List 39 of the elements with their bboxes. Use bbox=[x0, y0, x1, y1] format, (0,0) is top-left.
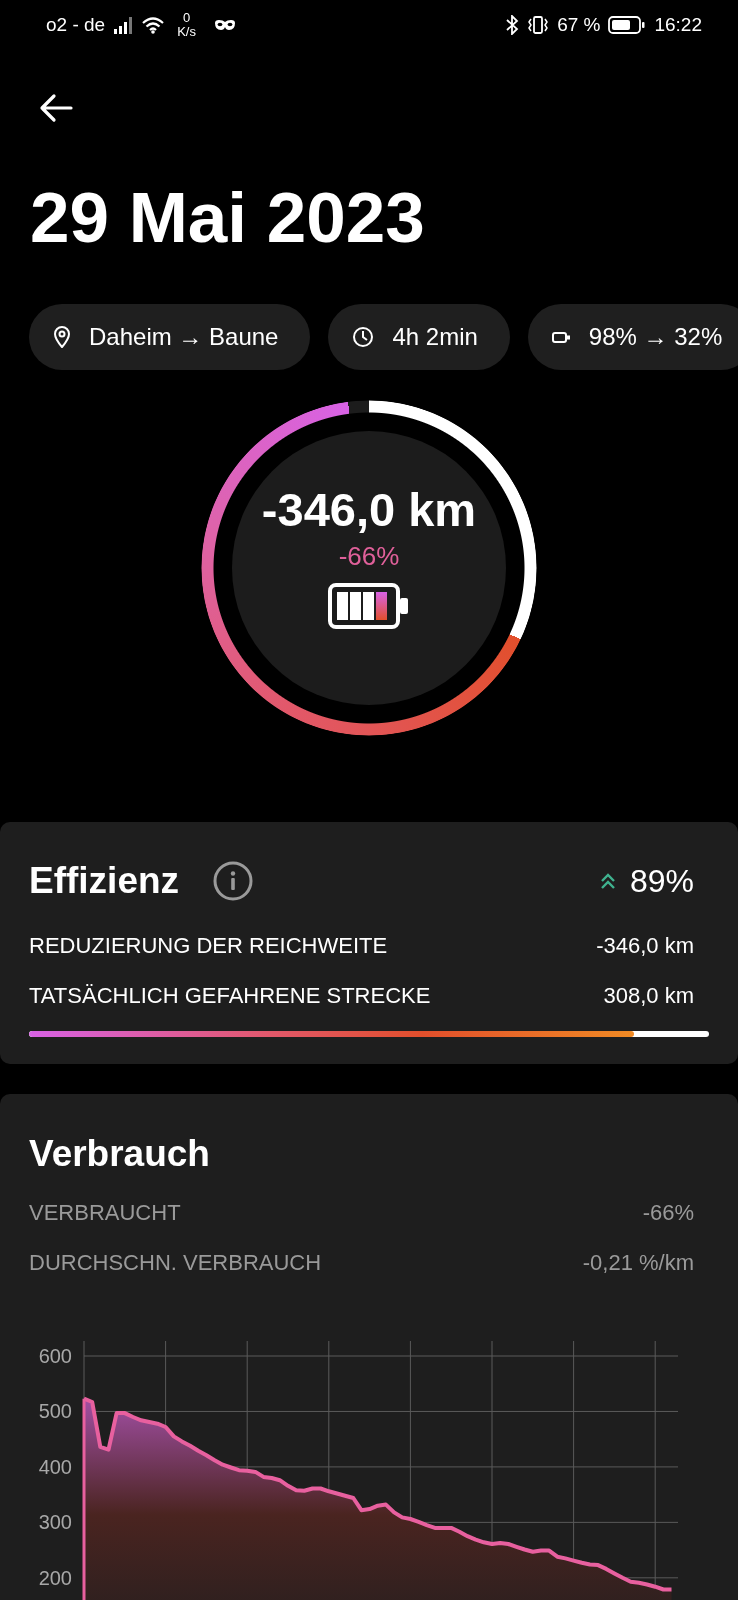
axis-label: 400 bbox=[38, 1455, 72, 1478]
section-title: Verbrauch bbox=[29, 1132, 211, 1176]
chip-label: 98% → 32% bbox=[588, 323, 723, 351]
double-chevron-up-icon bbox=[599, 872, 616, 890]
stat-label: VERBRAUCHT bbox=[29, 1200, 181, 1226]
battery-percentage: 67 % bbox=[557, 14, 601, 36]
network-speed-value: 0 bbox=[182, 11, 191, 25]
page-title: 29 Mai 2023 bbox=[30, 178, 426, 258]
stat-value: -346,0 km bbox=[596, 933, 694, 959]
wifi-icon bbox=[141, 16, 166, 34]
axis-label: 600 bbox=[38, 1345, 72, 1367]
axis-label: 300 bbox=[38, 1511, 72, 1534]
mask-icon bbox=[213, 19, 236, 31]
carrier-name: o2 - de bbox=[46, 14, 106, 36]
info-button[interactable] bbox=[213, 861, 254, 901]
range-value: -346,0 km bbox=[261, 485, 477, 535]
battery-icon bbox=[551, 331, 571, 343]
stat-label: DURCHSCHN. VERBRAUCH bbox=[29, 1250, 322, 1276]
stat-value: 308,0 km bbox=[603, 983, 694, 1009]
bluetooth-icon bbox=[505, 15, 520, 35]
stat-value: -66% bbox=[642, 1200, 694, 1226]
battery-change: -66% bbox=[338, 540, 400, 573]
stat-label: REDUZIERUNG DER REICHWEITE bbox=[29, 933, 388, 959]
stat-value: -0,21 %/km bbox=[582, 1250, 694, 1276]
efficiency-score: 89% bbox=[629, 862, 694, 900]
axis-label: 200 bbox=[38, 1566, 72, 1589]
chip-label: Daheim → Baune bbox=[89, 323, 279, 351]
stat-label: TATSÄCHLICH GEFAHRENE STRECKE bbox=[29, 983, 431, 1009]
section-title: Effizienz bbox=[29, 859, 180, 903]
chip-label: 4h 2min bbox=[392, 323, 478, 351]
clock-icon bbox=[352, 326, 375, 348]
battery-icon bbox=[328, 583, 410, 629]
battery-icon bbox=[608, 15, 647, 35]
axis-label: 500 bbox=[38, 1400, 72, 1423]
signal-icon bbox=[113, 16, 134, 34]
location-pin-icon bbox=[53, 326, 71, 348]
network-speed-unit: K/s bbox=[177, 25, 196, 39]
clock-time: 16:22 bbox=[654, 14, 702, 36]
vibrate-icon bbox=[527, 15, 550, 35]
